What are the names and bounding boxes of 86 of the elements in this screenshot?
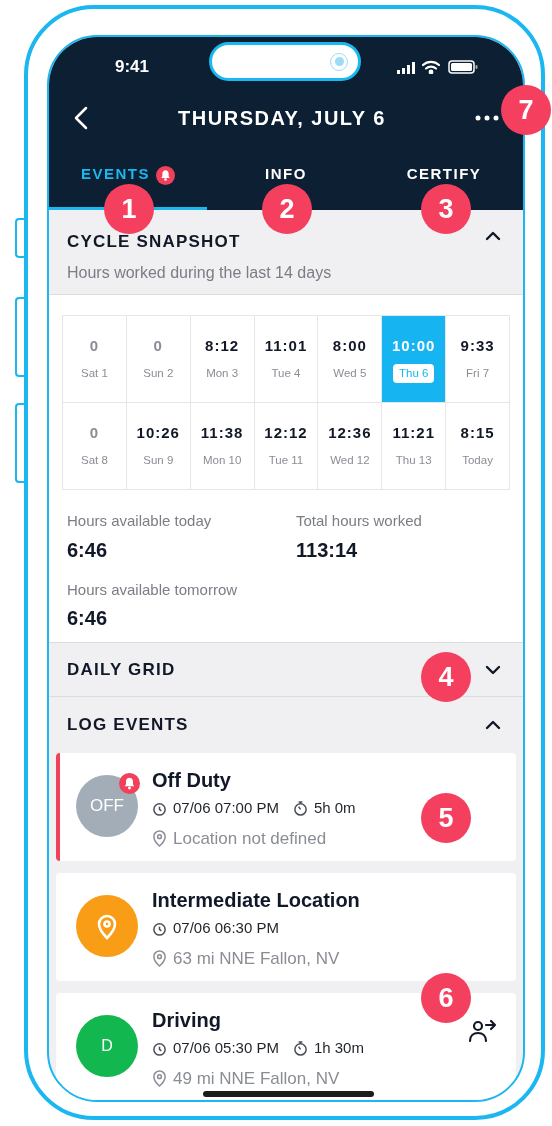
day-cell[interactable]: 11:01 Tue 4 <box>254 316 319 403</box>
section-title: DAILY GRID <box>67 658 176 681</box>
event-title: Intermediate Location <box>152 888 360 913</box>
day-cell[interactable]: 0 Sat 1 <box>63 316 127 403</box>
event-title: Off Duty <box>152 768 232 793</box>
day-label: Fri 7 <box>466 366 490 382</box>
hours-value: 8:12 <box>205 335 240 356</box>
day-label: Today <box>462 453 493 469</box>
hours-value: 11:38 <box>200 422 244 443</box>
stat-label: Hours available tomorrow <box>67 579 239 600</box>
clock-icon <box>152 920 167 936</box>
day-cell[interactable]: 8:00 Wed 5 <box>318 316 383 403</box>
event-time: 07/06 05:30 PM <box>173 1038 279 1058</box>
event-time: 07/06 06:30 PM <box>173 918 279 938</box>
event-location: Location not defined <box>173 827 327 850</box>
day-cell[interactable]: 11:38 Mon 10 <box>190 403 255 490</box>
section-title: CYCLE SNAPSHOT <box>67 231 242 253</box>
day-cell[interactable]: 0 Sat 8 <box>63 403 127 490</box>
day-label: Tue 4 <box>271 366 301 382</box>
event-time: 07/06 07:00 PM <box>173 798 279 818</box>
battery-icon <box>448 60 478 74</box>
signal-icon <box>397 62 415 74</box>
event-duration: 5h 0m <box>313 798 356 818</box>
day-cell[interactable]: 0 Sun 2 <box>126 316 191 403</box>
hours-value: 8:15 <box>460 422 495 443</box>
location-pin-icon <box>152 829 167 847</box>
status-time: 9:41 <box>115 55 150 78</box>
event-card[interactable]: Intermediate Location 07/06 06:30 PM 63 mi NNE Fallon, NV <box>56 873 516 981</box>
stat-label: Total hours worked <box>296 511 423 531</box>
day-label: Wed 12 <box>330 453 370 469</box>
hours-value: 0 <box>153 335 163 356</box>
day-label: Tue 11 <box>268 453 304 469</box>
event-title: Driving <box>152 1008 222 1033</box>
status-avatar: D <box>76 1015 138 1077</box>
chevron-down-icon[interactable] <box>485 664 501 675</box>
hours-value: 0 <box>89 335 100 356</box>
day-label: Sun 2 <box>143 366 174 382</box>
event-duration: 1h 30m <box>313 1038 364 1058</box>
wifi-icon <box>422 60 440 74</box>
location-pin-icon <box>152 1069 167 1087</box>
event-location: 49 mi NNE Fallon, NV <box>173 1067 340 1090</box>
section-title: LOG EVENTS <box>67 714 189 737</box>
hours-value: 12:12 <box>264 422 308 443</box>
day-label: Mon 3 <box>206 366 239 382</box>
hours-value: 8:00 <box>332 335 367 356</box>
day-label: Sun 9 <box>143 453 174 469</box>
day-label: Thu 13 <box>395 453 432 469</box>
clock-icon <box>152 1040 167 1056</box>
user-arrow-icon[interactable] <box>468 1019 498 1043</box>
day-cell[interactable]: 8:15 Today <box>446 403 510 490</box>
day-label: Wed 5 <box>333 366 367 382</box>
day-cell[interactable]: 12:36 Wed 12 <box>318 403 383 490</box>
chevron-up-icon[interactable] <box>485 231 501 241</box>
chevron-up-icon[interactable] <box>485 720 501 730</box>
day-cell[interactable]: 12:12 Tue 11 <box>254 403 319 490</box>
day-label: Sat 8 <box>81 453 108 469</box>
hours-value: 10:00 <box>392 335 436 356</box>
hours-value: 10:26 <box>136 422 180 443</box>
section-subtitle: Hours worked during the last 14 days <box>67 262 332 283</box>
more-icon[interactable] <box>475 115 499 121</box>
event-location: 63 mi NNE Fallon, NV <box>173 947 340 970</box>
bell-icon <box>119 773 140 794</box>
hours-value: 11:01 <box>264 335 308 356</box>
day-badge: Thu 6 <box>393 364 435 384</box>
hours-value: 11:21 <box>392 422 435 443</box>
header-title: THURSDAY, JULY 6 <box>178 106 386 131</box>
stopwatch-icon <box>292 800 308 817</box>
location-pin-icon <box>152 949 167 967</box>
status-avatar: OFF <box>76 775 138 837</box>
day-label: Mon 10 <box>202 453 242 469</box>
hours-value: 9:33 <box>460 335 495 356</box>
stopwatch-icon <box>292 1040 308 1057</box>
day-cell[interactable]: 10:26 Sun 9 <box>126 403 191 490</box>
hours-value: 0 <box>89 422 100 443</box>
stat-value: 113:14 <box>296 537 359 563</box>
back-icon[interactable] <box>73 106 89 130</box>
stat-value: 6:46 <box>67 537 109 563</box>
pin-icon <box>96 912 118 940</box>
stat-value: 6:46 <box>67 606 109 631</box>
clock-icon <box>152 800 167 816</box>
stat-label: Hours available today <box>67 511 213 531</box>
day-cell[interactable]: 9:33 Fri 7 <box>446 316 510 403</box>
day-cell[interactable]: 8:12 Mon 3 <box>190 316 255 403</box>
hours-value: 12:36 <box>328 422 372 443</box>
day-cell[interactable]: 11:21 Thu 13 <box>382 403 447 490</box>
day-label: Sat 1 <box>81 366 108 382</box>
